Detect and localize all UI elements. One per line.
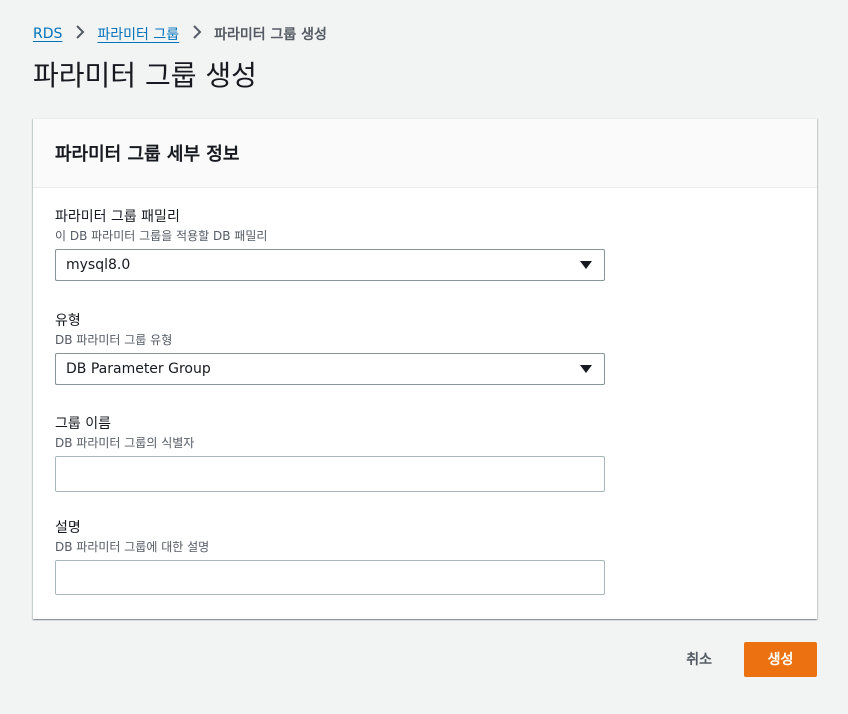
- description-description: DB 파라미터 그룹에 대한 설명: [55, 540, 210, 554]
- family-select-value: mysql8.0: [66, 257, 131, 273]
- group-name-label: 그룹 이름: [55, 416, 111, 432]
- description-label: 설명: [55, 520, 81, 536]
- type-select[interactable]: DB Parameter Group: [55, 353, 605, 385]
- group-name-field: 그룹 이름 DB 파라미터 그룹의 식별자: [55, 414, 605, 492]
- chevron-right-icon: [72, 24, 88, 44]
- family-select[interactable]: mysql8.0: [55, 249, 605, 281]
- panel-title: 파라미터 그룹 세부 정보: [55, 144, 240, 165]
- breadcrumb-current: 파라미터 그룹 생성: [214, 27, 327, 43]
- chevron-right-icon: [189, 24, 205, 44]
- caret-down-icon: [580, 365, 592, 373]
- parameter-group-details-panel: 파라미터 그룹 세부 정보 파라미터 그룹 패밀리 이 DB 파라미터 그룹을 …: [33, 118, 817, 619]
- form-actions: 취소 생성: [670, 641, 817, 677]
- breadcrumb-link-parameter-groups[interactable]: 파라미터 그룹: [97, 24, 179, 44]
- type-field: 유형 DB 파라미터 그룹 유형 DB Parameter Group: [55, 311, 605, 385]
- page-title: 파라미터 그룹 생성: [33, 59, 257, 92]
- breadcrumb: RDS 파라미터 그룹 파라미터 그룹 생성: [33, 24, 327, 44]
- family-label: 파라미터 그룹 패밀리: [55, 209, 180, 225]
- type-select-value: DB Parameter Group: [66, 361, 211, 377]
- panel-header: 파라미터 그룹 세부 정보: [33, 119, 817, 188]
- family-field: 파라미터 그룹 패밀리 이 DB 파라미터 그룹을 적용할 DB 패밀리 mys…: [55, 207, 605, 281]
- cancel-button[interactable]: 취소: [670, 641, 728, 677]
- type-label: 유형: [55, 313, 81, 329]
- caret-down-icon: [580, 261, 592, 269]
- group-name-description: DB 파라미터 그룹의 식별자: [55, 436, 195, 450]
- type-description: DB 파라미터 그룹 유형: [55, 333, 173, 347]
- description-input[interactable]: [66, 561, 604, 594]
- description-input-wrapper: [55, 560, 605, 595]
- create-button[interactable]: 생성: [744, 641, 817, 677]
- breadcrumb-link-rds[interactable]: RDS: [33, 26, 62, 42]
- family-description: 이 DB 파라미터 그룹을 적용할 DB 패밀리: [55, 229, 268, 243]
- group-name-input[interactable]: [66, 457, 604, 491]
- description-field: 설명 DB 파라미터 그룹에 대한 설명: [55, 518, 605, 595]
- group-name-input-wrapper: [55, 456, 605, 492]
